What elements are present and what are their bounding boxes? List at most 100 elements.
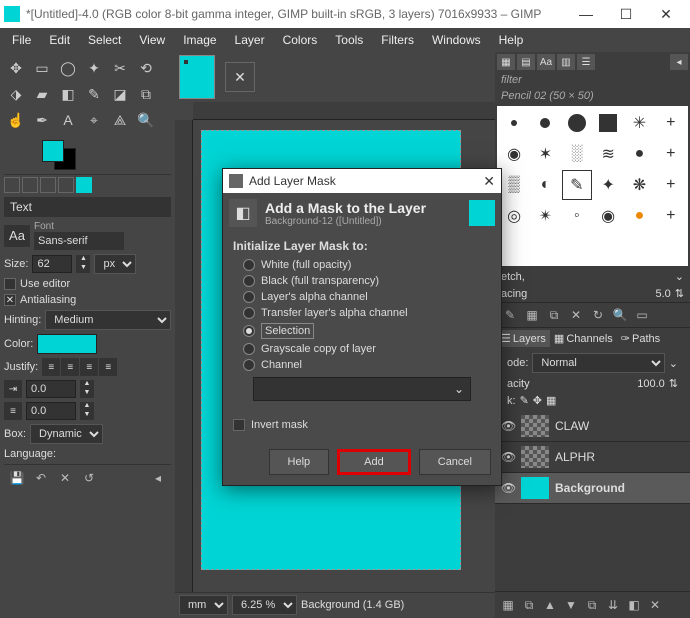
opacity-value[interactable]: 100.0 bbox=[534, 378, 665, 390]
visibility-icon[interactable]: 👁 bbox=[501, 419, 515, 433]
group-layer-icon[interactable]: ⧉ bbox=[520, 596, 538, 614]
paths-tab[interactable]: ✑ Paths bbox=[617, 330, 664, 347]
help-button[interactable]: Help bbox=[269, 449, 330, 475]
del-brush-icon[interactable]: ✕ bbox=[567, 306, 585, 324]
justify-left[interactable]: ≡ bbox=[42, 358, 60, 376]
menu-view[interactable]: View bbox=[131, 30, 173, 50]
layer-item[interactable]: 👁 CLAW bbox=[495, 411, 690, 442]
image-thumbnail[interactable] bbox=[179, 55, 215, 99]
brush-item[interactable]: ░ bbox=[562, 139, 592, 169]
menu-icon[interactable]: ◂ bbox=[149, 469, 167, 487]
brush-item[interactable]: ◎ bbox=[499, 201, 529, 231]
reset-options-icon[interactable]: ↺ bbox=[80, 469, 98, 487]
layers-tab[interactable]: ☰ Layers bbox=[497, 330, 550, 347]
layer-name[interactable]: CLAW bbox=[555, 419, 589, 433]
up-layer-icon[interactable]: ▲ bbox=[541, 596, 559, 614]
brush-item[interactable]: ◉ bbox=[499, 139, 529, 169]
minimize-button[interactable]: — bbox=[566, 0, 606, 28]
layer-item[interactable]: 👁 ALPHR bbox=[495, 442, 690, 473]
brush-item[interactable]: ✶ bbox=[530, 139, 560, 169]
menu-image[interactable]: Image bbox=[175, 30, 224, 50]
dialog-close-icon[interactable]: ✕ bbox=[483, 173, 495, 190]
font-input[interactable] bbox=[34, 232, 124, 250]
spacing-value[interactable]: 5.0 bbox=[531, 288, 670, 300]
radio-white[interactable]: White (full opacity) bbox=[233, 257, 491, 273]
warp-tool[interactable]: ⬗ bbox=[4, 82, 28, 106]
mask-layer-icon[interactable]: ◧ bbox=[625, 596, 643, 614]
brush-item[interactable]: ◐ bbox=[530, 170, 560, 200]
size-unit[interactable]: px bbox=[94, 254, 136, 274]
foreground-color[interactable] bbox=[42, 140, 64, 162]
cancel-button[interactable]: Cancel bbox=[419, 449, 491, 475]
brush-item[interactable]: ✴ bbox=[530, 201, 560, 231]
brush-item[interactable]: + bbox=[656, 170, 686, 200]
brush-item[interactable]: ◉ bbox=[593, 201, 623, 231]
spacing-spinner[interactable]: ⇅ bbox=[675, 287, 684, 300]
use-editor-checkbox[interactable] bbox=[4, 278, 16, 290]
mode-select[interactable]: Normal bbox=[532, 353, 664, 373]
bucket-tool[interactable]: ▰ bbox=[30, 82, 54, 106]
lock-paint-icon[interactable]: ✎ bbox=[520, 394, 529, 407]
brush-item[interactable]: ● bbox=[624, 139, 654, 169]
move-tool[interactable]: ✥ bbox=[4, 56, 28, 80]
brush-item[interactable]: ✦ bbox=[593, 170, 623, 200]
new-brush-icon[interactable]: ▦ bbox=[523, 306, 541, 324]
brushes-tab[interactable]: ▦ bbox=[497, 54, 515, 70]
clone-tool[interactable]: ⧉ bbox=[134, 82, 158, 106]
del-layer-icon[interactable]: ✕ bbox=[646, 596, 664, 614]
justify-center[interactable]: ≡ bbox=[80, 358, 98, 376]
brush-item[interactable]: ◦ bbox=[562, 201, 592, 231]
horizontal-ruler[interactable] bbox=[193, 102, 495, 120]
brush-item[interactable]: ● bbox=[624, 201, 654, 231]
dialog-titlebar[interactable]: Add Layer Mask ✕ bbox=[223, 169, 501, 193]
indicator-2[interactable] bbox=[22, 177, 38, 193]
antialiasing-checkbox[interactable]: ✕ bbox=[4, 294, 16, 306]
new-layer-icon[interactable]: ▦ bbox=[499, 596, 517, 614]
hinting-select[interactable]: Medium bbox=[45, 310, 171, 330]
size-spinner[interactable]: ▲▼ bbox=[76, 255, 90, 273]
brush-item[interactable] bbox=[562, 108, 592, 138]
transform-tool[interactable]: ⟲ bbox=[134, 56, 158, 80]
close-image-button[interactable]: ✕ bbox=[225, 62, 255, 92]
zoom-select[interactable]: 6.25 % bbox=[232, 595, 297, 615]
vertical-ruler[interactable] bbox=[175, 120, 193, 592]
mode-switch-icon[interactable]: ⌄ bbox=[669, 357, 678, 370]
radio-black[interactable]: Black (full transparency) bbox=[233, 273, 491, 289]
delete-options-icon[interactable]: ✕ bbox=[56, 469, 74, 487]
brush-item[interactable]: + bbox=[656, 108, 686, 138]
lock-position-icon[interactable]: ✥ bbox=[533, 394, 542, 407]
menu-layer[interactable]: Layer bbox=[227, 30, 273, 50]
layer-item[interactable]: 👁 Background bbox=[495, 473, 690, 504]
brush-item[interactable] bbox=[593, 108, 623, 138]
save-options-icon[interactable]: 💾 bbox=[8, 469, 26, 487]
menu-help[interactable]: Help bbox=[491, 30, 532, 50]
layer-name[interactable]: ALPHR bbox=[555, 450, 595, 464]
menu-edit[interactable]: Edit bbox=[41, 30, 78, 50]
justify-right[interactable]: ≡ bbox=[61, 358, 79, 376]
line-spacing-spinner[interactable]: ▲▼ bbox=[80, 402, 94, 420]
active-image-indicator[interactable] bbox=[76, 177, 92, 193]
patterns-tab[interactable]: ▤ bbox=[517, 54, 535, 70]
rect-select-tool[interactable]: ▭ bbox=[30, 56, 54, 80]
merge-layer-icon[interactable]: ⇊ bbox=[604, 596, 622, 614]
brush-item[interactable]: ▒ bbox=[499, 170, 529, 200]
doc-tab[interactable]: ☰ bbox=[577, 54, 595, 70]
dock-menu-icon[interactable]: ◂ bbox=[670, 54, 688, 70]
dup-layer-icon[interactable]: ⧉ bbox=[583, 596, 601, 614]
justify-fill[interactable]: ≡ bbox=[99, 358, 117, 376]
channel-select[interactable]: ⌄ bbox=[253, 377, 471, 401]
gradient-tool[interactable]: ◧ bbox=[56, 82, 80, 106]
visibility-icon[interactable]: 👁 bbox=[501, 481, 515, 495]
indicator-4[interactable] bbox=[58, 177, 74, 193]
brush-item[interactable]: ❋ bbox=[624, 170, 654, 200]
brush-filter[interactable]: filter bbox=[495, 72, 690, 88]
layer-name[interactable]: Background bbox=[555, 481, 625, 495]
brush-item[interactable] bbox=[499, 108, 529, 138]
indent-spinner[interactable]: ▲▼ bbox=[80, 380, 94, 398]
chevron-down-icon[interactable]: ⌄ bbox=[529, 270, 684, 283]
brush-item[interactable]: ≋ bbox=[593, 139, 623, 169]
dup-brush-icon[interactable]: ⧉ bbox=[545, 306, 563, 324]
visibility-icon[interactable]: 👁 bbox=[501, 450, 515, 464]
color-swatches[interactable] bbox=[42, 140, 171, 170]
folder-brush-icon[interactable]: ▭ bbox=[633, 306, 651, 324]
